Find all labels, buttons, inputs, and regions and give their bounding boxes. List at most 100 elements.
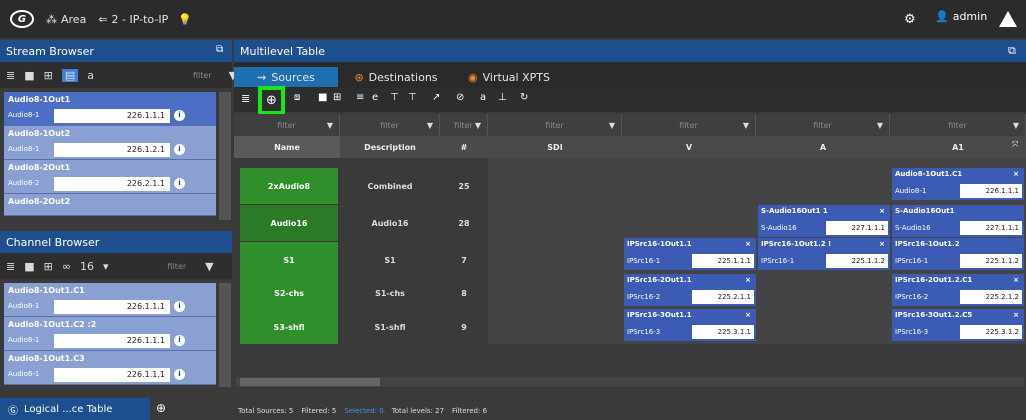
table-row-name[interactable]: S2-chs	[240, 276, 338, 310]
route-selector[interactable]: ⇐ 2 - IP-to-IP 💡	[98, 13, 192, 26]
table-row-name[interactable]: S1	[240, 242, 338, 278]
column-header-sdi[interactable]: SDI	[488, 136, 622, 158]
gear-icon[interactable]: ⚙	[904, 12, 916, 27]
no-link-icon[interactable]: ⊘	[456, 92, 464, 103]
panel-popout-icon[interactable]: ⧉	[216, 44, 223, 55]
level-chip[interactable]: S-Audio16Out1 S-Audio16 227.1.1.1	[892, 205, 1024, 237]
tab-sources[interactable]: ⇝ Sources	[234, 67, 338, 87]
list-item[interactable]: Audio8-1Out1.C3 Audio8-1 226.1.1.1 i	[4, 351, 216, 385]
filter-a[interactable]: filter ▼	[756, 114, 890, 136]
filter-a1[interactable]: filter ▼	[890, 114, 1026, 136]
level-chip[interactable]: Audio8-1Out1.C1 × Audio8-1 226.1.1.1	[892, 168, 1024, 200]
info-icon[interactable]: i	[174, 369, 185, 380]
close-icon[interactable]: ×	[879, 207, 885, 215]
level-chip[interactable]: IPSrc16-2Out1.2.C1 × IPSrc16-2 225.2.1.2	[892, 274, 1024, 306]
scrollbar-thumb[interactable]	[240, 378, 380, 386]
list-item[interactable]: Audio8-1Out1.C1 Audio8-1 226.1.1.1 i	[4, 283, 216, 317]
list-item[interactable]: Audio8-1Out1.C2 :2 Audio8-1 226.1.1.1 i	[4, 317, 216, 351]
column-header-number[interactable]: #	[440, 136, 488, 158]
close-icon[interactable]: ×	[1013, 170, 1019, 178]
column-header-a1[interactable]: A1	[890, 136, 1026, 158]
refresh-icon[interactable]: ↻	[520, 92, 528, 103]
triangle-icon[interactable]	[998, 10, 1018, 28]
export-icon[interactable]: ↗	[432, 92, 440, 103]
level-chip[interactable]: S-Audio16Out1 1 × S-Audio16 227.1.1.1	[758, 205, 890, 237]
align-icon[interactable]: ⊥	[498, 92, 507, 103]
level-chip[interactable]: IPSrc16-1Out1.1 × IPSrc16-1 225.1.1.1	[624, 238, 756, 270]
filter-off-icon[interactable]: ⊤	[408, 92, 417, 103]
user-menu[interactable]: 👤 admin	[935, 10, 987, 23]
grid-small-icon[interactable]: ⊞	[44, 69, 53, 82]
close-icon[interactable]: ×	[1013, 276, 1019, 284]
tab-virtual-xpts[interactable]: ◉ Virtual XPTS	[456, 67, 562, 87]
list-item[interactable]: Audio8-2Out1 Audio8-2 226.2.1.1 i	[4, 160, 216, 194]
duplicate-icon[interactable]: ⧈	[294, 92, 300, 103]
close-icon[interactable]: ×	[745, 240, 751, 248]
sort-az-icon[interactable]: a	[87, 69, 94, 82]
stream-scrollbar[interactable]	[219, 92, 231, 220]
table-row-name[interactable]: S3-shfl	[240, 310, 338, 344]
close-icon[interactable]: ×	[1013, 311, 1019, 319]
filter-icon[interactable]: ▼	[205, 260, 213, 273]
panel-popout-icon[interactable]: ⧉	[1008, 44, 1016, 58]
tab-destinations[interactable]: ⊛ Destinations	[344, 67, 448, 87]
list-item[interactable]: Audio8-2Out2	[4, 194, 216, 216]
filter-icon[interactable]: ▼	[475, 121, 481, 130]
chevron-down-icon[interactable]: ▾	[103, 260, 109, 273]
filter-name[interactable]: filter ▼	[234, 114, 340, 136]
list-view-icon[interactable]: ≣	[6, 260, 15, 273]
close-icon[interactable]: ×	[745, 311, 751, 319]
level-chip[interactable]: IPSrc16-1Out1.2 ! × IPSrc16-1 225.1.1.2	[758, 238, 890, 270]
list-view-icon[interactable]: ≣	[241, 92, 250, 105]
grid-large-icon[interactable]: ■	[24, 260, 34, 273]
bottom-tab-logical[interactable]: Ⓖ Logical ...ce Table	[0, 398, 150, 420]
grid-small-icon[interactable]: ⊞	[44, 260, 53, 273]
filter-icon[interactable]: ▼	[427, 121, 433, 130]
area-selector[interactable]: ⁂ Area	[46, 13, 86, 26]
level-chip[interactable]: IPSrc16-1Out1.2 IPSrc16-1 225.1.1.2	[892, 238, 1024, 270]
column-header-description[interactable]: Description	[340, 136, 440, 158]
close-icon[interactable]: ×	[745, 276, 751, 284]
table-row-name[interactable]: 2xAudio8	[240, 168, 338, 204]
filter-sdi[interactable]: filter ▼	[488, 114, 622, 136]
list-item[interactable]: Audio8-1Out2 Audio8-1 226.1.2.1 i	[4, 126, 216, 160]
column-header-a[interactable]: A	[756, 136, 890, 158]
filter-number[interactable]: filter ▼	[440, 114, 488, 136]
close-icon[interactable]: ×	[879, 240, 885, 248]
channel-scrollbar[interactable]	[219, 283, 231, 387]
level-chip[interactable]: IPSrc16-2Out1.1 × IPSrc16-2 225.2.1.1	[624, 274, 756, 306]
clear-filter-icon[interactable]: ⊤	[390, 92, 399, 103]
swap-icon[interactable]: ⤧	[1012, 140, 1018, 150]
filter-description[interactable]: filter ▼	[340, 114, 440, 136]
panel-view-icon[interactable]: ▤	[61, 68, 79, 82]
channel-count[interactable]: 16	[80, 260, 94, 273]
lightbulb-icon[interactable]: 💡	[178, 13, 192, 26]
column-header-v[interactable]: V	[622, 136, 756, 158]
info-icon[interactable]: i	[174, 144, 185, 155]
filter-icon[interactable]: ▼	[877, 121, 883, 130]
info-icon[interactable]: i	[174, 301, 185, 312]
channel-filter-input[interactable]: filter	[168, 262, 187, 271]
stream-filter-input[interactable]: filter	[193, 71, 212, 80]
add-icon[interactable]: ⊕	[258, 86, 285, 115]
list-view-icon[interactable]: ≣	[6, 69, 15, 82]
list-item[interactable]: Audio8-1Out1 Audio8-1 226.1.1.1 i	[4, 92, 216, 126]
grid-large-icon[interactable]: ■	[24, 69, 34, 82]
grid-large-icon[interactable]: ■	[318, 92, 327, 103]
filter-icon[interactable]: ▼	[743, 121, 749, 130]
filter-icon[interactable]: ▼	[1013, 121, 1019, 130]
expand-icon[interactable]: e	[372, 92, 378, 103]
filter-icon[interactable]: ▼	[327, 121, 333, 130]
link-icon[interactable]: ∞	[62, 260, 71, 273]
info-icon[interactable]: i	[174, 178, 185, 189]
sort-az-icon[interactable]: a	[480, 92, 486, 103]
grid-small-icon[interactable]: ⊞	[333, 92, 341, 103]
info-icon[interactable]: i	[174, 110, 185, 121]
add-tab-icon[interactable]: ⊕	[156, 401, 166, 415]
table-row-name[interactable]: Audio16	[240, 205, 338, 241]
level-chip[interactable]: IPSrc16-3Out1.2.C5 × IPSrc16-3 225.3.1.2	[892, 309, 1024, 341]
info-icon[interactable]: i	[174, 335, 185, 346]
filter-icon[interactable]: ▼	[609, 121, 615, 130]
column-header-name[interactable]: Name	[234, 136, 340, 158]
app-logo-icon[interactable]: G	[10, 10, 34, 28]
